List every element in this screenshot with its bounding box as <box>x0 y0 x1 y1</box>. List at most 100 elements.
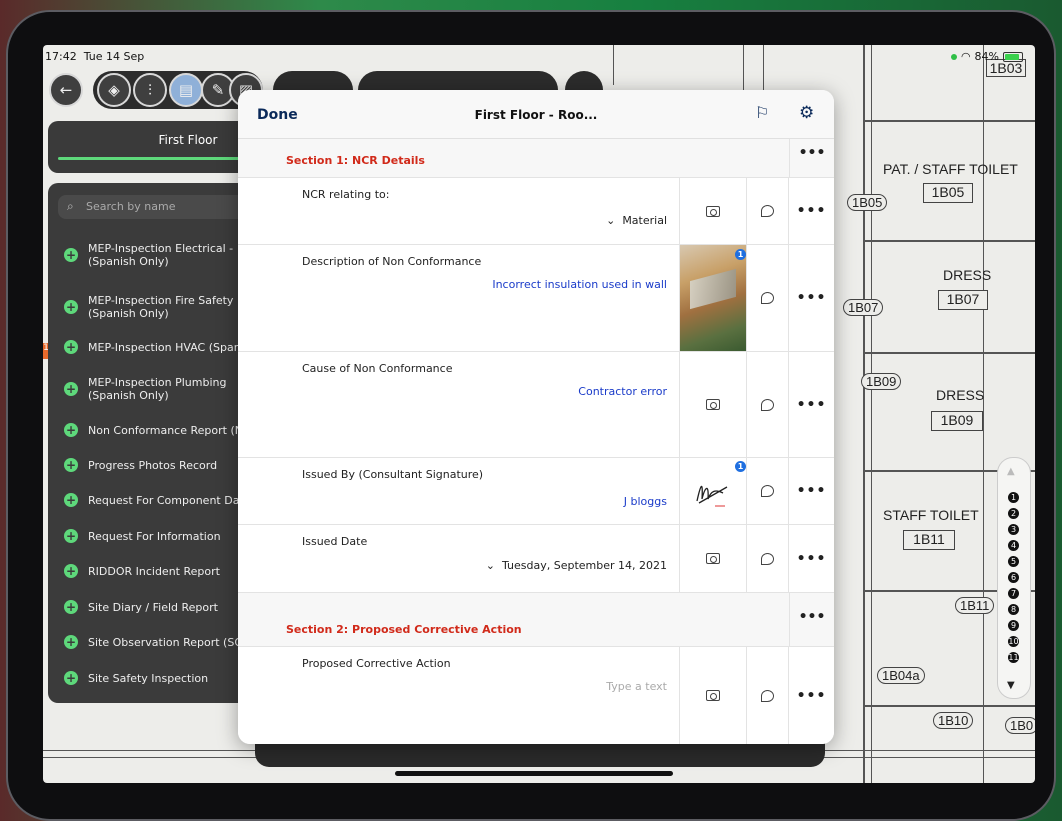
filter-icon[interactable]: ⫶ <box>133 73 167 107</box>
door-tag-1b11: 1B11 <box>955 597 995 614</box>
field-value[interactable]: Incorrect insulation used in wall <box>492 278 667 291</box>
status-right: ◠ 84% <box>950 50 1023 63</box>
form-row-issued-date[interactable]: Issued Date ⌄ Tuesday, September 14, 202… <box>238 525 834 593</box>
more-button[interactable]: ••• <box>789 525 834 592</box>
room-label-dress-2: DRESS <box>936 387 985 403</box>
camera-icon <box>706 553 720 564</box>
field-label: Cause of Non Conformance <box>302 362 453 375</box>
door-tag-1b0: 1B0 <box>1005 717 1035 734</box>
comment-icon <box>761 292 774 304</box>
room-tag-1b11: 1B11 <box>903 530 955 550</box>
camera-indicator-icon <box>950 53 957 60</box>
add-circle-icon: + <box>64 458 78 472</box>
page-number[interactable]: 4 <box>1008 540 1019 551</box>
field-value[interactable]: J bloggs <box>624 495 667 508</box>
photo-count-badge: 1 <box>735 249 746 260</box>
field-dropdown[interactable]: ⌄ Material <box>606 214 667 227</box>
form-row-description[interactable]: Description of Non Conformance Incorrect… <box>238 245 834 352</box>
door-tag-1b10: 1B10 <box>933 712 974 729</box>
status-time: 17:42 Tue 14 Sep <box>45 50 145 63</box>
forms-icon[interactable]: ▤ <box>169 73 203 107</box>
section-title: Section 1: NCR Details <box>286 154 425 167</box>
battery-icon <box>1003 51 1023 62</box>
page-number[interactable]: 10 <box>1008 636 1019 647</box>
page-index: ▲ 1 2 3 4 5 6 7 8 9 10 11 ▼ <box>997 457 1031 699</box>
scroll-down-icon[interactable]: ▼ <box>1007 680 1015 691</box>
add-circle-icon: + <box>64 671 78 685</box>
layers-icon[interactable]: ◈ <box>97 73 131 107</box>
page-number[interactable]: 1 <box>1008 492 1019 503</box>
wifi-icon: ◠ <box>960 50 971 63</box>
camera-button[interactable] <box>679 647 747 744</box>
signature-count-badge: 1 <box>735 461 746 472</box>
comment-button[interactable] <box>747 245 789 351</box>
date-picker[interactable]: ⌄ Tuesday, September 14, 2021 <box>486 559 667 572</box>
page-number[interactable]: 11 <box>1008 652 1019 663</box>
comment-button[interactable] <box>747 647 789 744</box>
field-label: Description of Non Conformance <box>302 255 482 268</box>
room-label-dress-1: DRESS <box>943 267 992 283</box>
form-row-ncr-relating[interactable]: NCR relating to: ⌄ Material ••• <box>238 178 834 245</box>
section-more-button[interactable]: ••• <box>789 139 834 178</box>
scroll-up-icon[interactable]: ▲ <box>1007 466 1015 477</box>
camera-button[interactable] <box>679 525 747 592</box>
flag-icon[interactable]: ⚐ <box>755 103 769 122</box>
camera-icon <box>706 690 720 701</box>
comment-button[interactable] <box>747 525 789 592</box>
comment-button[interactable] <box>747 352 789 457</box>
comment-button[interactable] <box>747 458 789 524</box>
camera-icon <box>706 205 720 217</box>
page-number[interactable]: 8 <box>1008 604 1019 615</box>
back-button[interactable]: ← <box>49 73 83 107</box>
page-number[interactable]: 9 <box>1008 620 1019 631</box>
modal-header: Done First Floor - Roo... ⚐ ⚙ <box>238 90 834 139</box>
home-indicator[interactable] <box>395 771 673 776</box>
room-label-pat-staff-toilet: PAT. / STAFF TOILET <box>883 161 1018 177</box>
room-tag-1b07: 1B07 <box>938 290 988 310</box>
more-button[interactable]: ••• <box>789 647 834 744</box>
chevron-down-icon: ⌄ <box>485 559 495 572</box>
page-number[interactable]: 2 <box>1008 508 1019 519</box>
camera-button[interactable] <box>679 352 747 457</box>
page-number[interactable]: 6 <box>1008 572 1019 583</box>
more-button[interactable]: ••• <box>789 245 834 351</box>
field-label: NCR relating to: <box>302 188 390 201</box>
field-label: Issued Date <box>302 535 368 548</box>
more-button[interactable]: ••• <box>789 178 834 244</box>
room-label-staff-toilet: STAFF TOILET <box>883 507 979 523</box>
add-circle-icon: + <box>64 635 78 649</box>
text-input[interactable]: Type a text <box>606 680 667 693</box>
comment-button[interactable] <box>747 178 789 244</box>
room-tag-1b05: 1B05 <box>923 183 973 203</box>
page-number[interactable]: 5 <box>1008 556 1019 567</box>
field-value[interactable]: Contractor error <box>578 385 667 398</box>
camera-button[interactable] <box>679 178 747 244</box>
section-title: Section 2: Proposed Corrective Action <box>286 623 522 636</box>
gear-icon[interactable]: ⚙ <box>799 103 814 123</box>
floor-progress-bar <box>58 157 258 160</box>
field-label: Proposed Corrective Action <box>302 657 451 670</box>
section-more-button[interactable]: ••• <box>789 593 834 647</box>
form-row-corrective-action[interactable]: Proposed Corrective Action Type a text •… <box>238 647 834 744</box>
add-circle-icon: + <box>64 529 78 543</box>
add-circle-icon: + <box>64 493 78 507</box>
door-tag-1b05: 1B05 <box>847 194 888 211</box>
comment-icon <box>761 398 774 411</box>
add-circle-icon: + <box>64 340 78 354</box>
form-row-issued-by[interactable]: Issued By (Consultant Signature) J blogg… <box>238 458 834 525</box>
section-header: Section 2: Proposed Corrective Action ••… <box>238 593 834 647</box>
room-tag-1b09: 1B09 <box>931 411 983 431</box>
form-row-cause[interactable]: Cause of Non Conformance Contractor erro… <box>238 352 834 458</box>
battery-percent: 84% <box>974 50 999 63</box>
comment-icon <box>761 205 774 217</box>
add-circle-icon: + <box>64 423 78 437</box>
page-number[interactable]: 3 <box>1008 524 1019 535</box>
more-button[interactable]: ••• <box>789 352 834 457</box>
photo-thumbnail[interactable] <box>679 245 747 351</box>
more-button[interactable]: ••• <box>789 458 834 524</box>
section-header: Section 1: NCR Details ••• <box>238 139 834 178</box>
page-number[interactable]: 7 <box>1008 588 1019 599</box>
add-circle-icon: + <box>64 248 78 262</box>
modal-title: First Floor - Roo... <box>474 108 598 122</box>
add-circle-icon: + <box>64 564 78 578</box>
